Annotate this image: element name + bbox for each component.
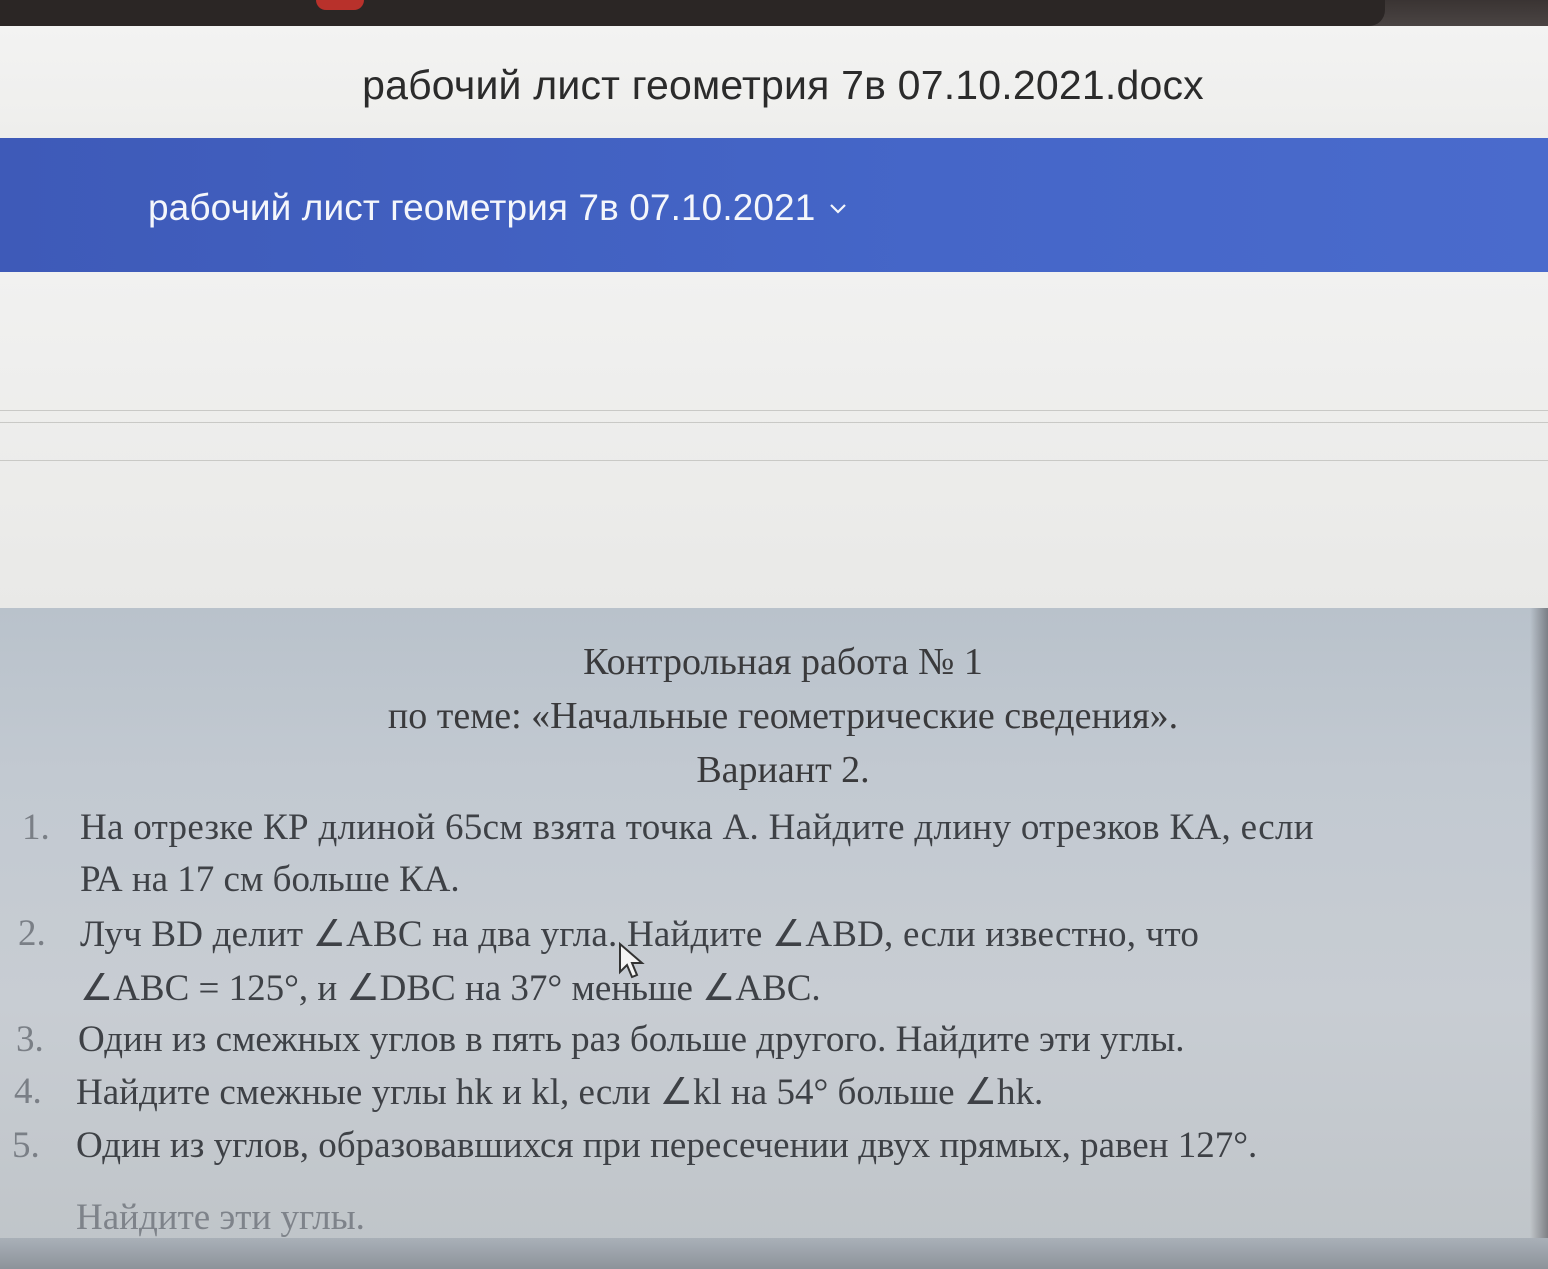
record-indicator-icon xyxy=(316,0,364,10)
divider xyxy=(0,460,1548,461)
test-variant: Вариант 2. xyxy=(696,749,870,791)
item-number: 3. xyxy=(16,1019,44,1060)
window-top-bar xyxy=(0,0,1548,26)
file-title: рабочий лист геометрия 7в 07.10.2021.doc… xyxy=(362,62,1204,108)
chevron-down-icon xyxy=(830,204,847,214)
item-number: 4. xyxy=(14,1071,42,1112)
divider xyxy=(0,410,1548,411)
item-number: 1. xyxy=(22,807,50,848)
mouse-cursor-icon xyxy=(619,942,645,979)
document-name-label: рабочий лист геометрия 7в 07.10.2021 xyxy=(148,187,816,228)
item-text: Найдите смежные углы hk и kl, если ∠kl н… xyxy=(76,1072,1044,1113)
taskbar-edge xyxy=(0,1238,1548,1269)
item-number: 2. xyxy=(18,913,46,954)
item-text: Один из смежных углов в пять раз больше … xyxy=(78,1019,1185,1060)
test-heading: Контрольная работа № 1 xyxy=(583,641,983,683)
test-topic: по теме: «Начальные геометрические сведе… xyxy=(387,695,1179,737)
item-number: 5. xyxy=(12,1125,40,1166)
document-name-menu[interactable]: рабочий лист геометрия 7в 07.10.2021 xyxy=(148,187,849,229)
item-text: На отрезке КР длиной 65см взята точка А.… xyxy=(80,807,1314,848)
item-text: Найдите эти углы. xyxy=(76,1197,365,1238)
item-text: ∠ABC = 125°, и ∠DBC на 37° меньше ∠ABC. xyxy=(80,968,821,1009)
browser-frame xyxy=(0,0,1385,26)
item-text: РА на 17 см больше КА. xyxy=(80,859,460,900)
item-text: Один из углов, образовавшихся при пересе… xyxy=(76,1125,1258,1166)
toolbar-area xyxy=(0,272,1548,608)
divider xyxy=(0,422,1548,423)
